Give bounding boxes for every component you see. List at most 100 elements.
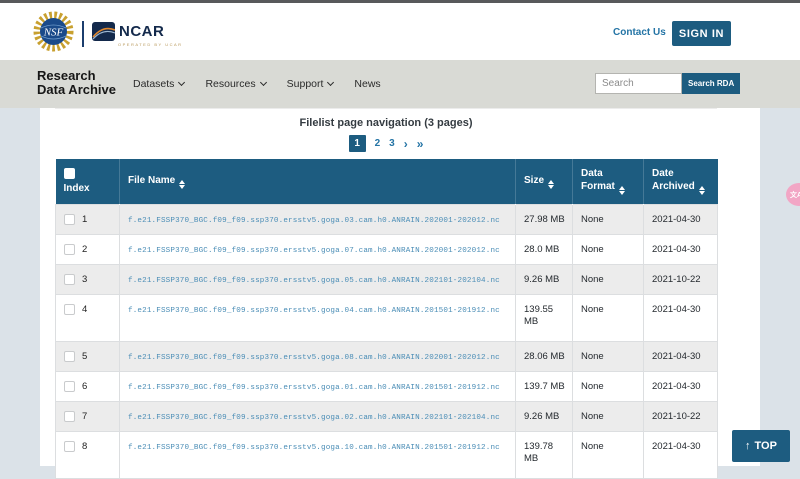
table-row: 8f.e21.FSSP370_BGC.f09_f09.ssp370.ersstv… <box>56 431 718 478</box>
content-card: Filelist page navigation (3 pages) 123› … <box>40 108 760 466</box>
nsf-logo[interactable]: NSF <box>33 11 74 57</box>
back-to-top-button[interactable]: ↑ TOP <box>732 430 790 462</box>
translate-icon: 文A <box>790 190 800 200</box>
date-cell: 2021-04-30 <box>644 371 718 401</box>
row-checkbox[interactable] <box>64 304 75 315</box>
column-data-format[interactable]: Data Format <box>573 159 644 204</box>
date-cell: 2021-04-30 <box>644 341 718 371</box>
pagination-page-2[interactable]: 2 <box>375 138 381 149</box>
index-cell: 2 <box>56 234 120 264</box>
menu-item-label: News <box>354 78 380 90</box>
column-file-name[interactable]: File Name <box>120 159 516 204</box>
sort-icon[interactable] <box>619 186 625 195</box>
file-link[interactable]: f.e21.FSSP370_BGC.f09_f09.ssp370.ersstv5… <box>128 307 500 315</box>
row-checkbox[interactable] <box>64 351 75 362</box>
table-row: 4 f.e21.FSSP370_BGC.f09_f09.ssp370.ersstv… <box>56 294 718 341</box>
size-cell: 9.26 MB <box>516 264 573 294</box>
file-link[interactable]: f.e21.FSSP370_BGC.f09_f09.ssp370.ersstv5… <box>128 354 500 362</box>
file-cell: f.e21.FSSP370_BGC.f09_f09.ssp370.ersstv5… <box>120 431 516 478</box>
file-name-header-label: File Name <box>128 175 175 186</box>
row-index: 3 <box>82 274 87 286</box>
search-input[interactable] <box>595 73 682 94</box>
filelist-nav-title: Filelist page navigation (3 pages) <box>55 117 717 129</box>
ncar-logo[interactable]: NCAR Operated by UCAR <box>92 22 183 47</box>
filelist-table: Index File Name Size Data Format <box>55 159 718 479</box>
date-archived-header-label: Date Archived <box>652 168 695 192</box>
main-area: Filelist page navigation (3 pages) 123› … <box>0 108 800 466</box>
table-header-row: Index File Name Size Data Format <box>56 159 718 204</box>
index-cell: 4 <box>56 294 120 341</box>
file-cell: f.e21.FSSP370_BGC.f09_f09.ssp370.ersstv5… <box>120 264 516 294</box>
file-cell: f.e21.FSSP370_BGC.f09_f09.ssp370.ersstv5… <box>120 341 516 371</box>
logo-separator <box>82 21 84 47</box>
file-link[interactable]: f.e21.FSSP370_BGC.f09_f09.ssp370.ersstv5… <box>128 247 500 255</box>
sort-icon[interactable] <box>179 180 185 189</box>
table-row: 2 f.e21.FSSP370_BGC.f09_f09.ssp370.ersstv… <box>56 234 718 264</box>
file-link[interactable]: f.e21.FSSP370_BGC.f09_f09.ssp370.ersstv5… <box>128 217 500 225</box>
size-cell: 139.55 MB <box>516 294 573 341</box>
chevron-down-icon <box>178 79 185 86</box>
filelist-pagination: Filelist page navigation (3 pages) 123› … <box>55 117 717 152</box>
row-checkbox[interactable] <box>64 214 75 225</box>
chevron-down-icon <box>260 79 267 86</box>
nav-menu: Datasets Resources Support News <box>133 60 381 108</box>
row-checkbox[interactable] <box>64 381 75 392</box>
column-index: Index <box>56 159 120 204</box>
sort-icon[interactable] <box>548 180 554 189</box>
table-row: 1 f.e21.FSSP370_BGC.f09_f09.ssp370.ersstv… <box>56 204 718 234</box>
sort-icon[interactable] <box>699 186 705 195</box>
site-header: NSF NCAR Operated by UCAR Contact Us SIG… <box>0 3 800 60</box>
pagination-page-1[interactable]: 1 <box>349 135 366 152</box>
brand-line1: Research <box>37 69 116 83</box>
pagination-next[interactable]: › <box>404 139 408 149</box>
menu-item-label: Support <box>287 78 324 90</box>
date-cell: 2021-04-30 <box>644 204 718 234</box>
nav-menu-datasets[interactable]: Datasets <box>133 78 184 90</box>
index-cell: 1 <box>56 204 120 234</box>
index-header-label: Index <box>64 182 112 195</box>
main-navbar: Research Data Archive Datasets Resources S… <box>0 60 800 108</box>
date-cell: 2021-04-30 <box>644 294 718 341</box>
search-area: Search RDA <box>595 73 740 94</box>
date-cell: 2021-04-30 <box>644 431 718 478</box>
row-checkbox[interactable] <box>64 244 75 255</box>
menu-item-label: Resources <box>205 78 255 90</box>
size-cell: 28.06 MB <box>516 341 573 371</box>
nav-menu-support[interactable]: Support <box>287 78 334 90</box>
table-row: 3 f.e21.FSSP370_BGC.f09_f09.ssp370.ersstv… <box>56 264 718 294</box>
search-rda-button[interactable]: Search RDA <box>682 73 740 94</box>
file-cell: f.e21.FSSP370_BGC.f09_f09.ssp370.ersstv5… <box>120 234 516 264</box>
file-cell: f.e21.FSSP370_BGC.f09_f09.ssp370.ersstv5… <box>120 371 516 401</box>
file-cell: f.e21.FSSP370_BGC.f09_f09.ssp370.ersstv5… <box>120 294 516 341</box>
chevron-down-icon <box>327 79 334 86</box>
menu-item-label: Datasets <box>133 78 174 90</box>
format-cell: None <box>573 264 644 294</box>
column-size[interactable]: Size <box>516 159 573 204</box>
size-cell: 28.0 MB <box>516 234 573 264</box>
pagination-last[interactable]: » <box>417 139 424 149</box>
contact-us-link[interactable]: Contact Us <box>613 27 666 38</box>
table-row: 5f.e21.FSSP370_BGC.f09_f09.ssp370.ersstv… <box>56 341 718 371</box>
row-checkbox[interactable] <box>64 274 75 285</box>
table-row: 7f.e21.FSSP370_BGC.f09_f09.ssp370.ersstv… <box>56 401 718 431</box>
pagination-page-3[interactable]: 3 <box>389 138 395 149</box>
top-button-label: TOP <box>755 440 777 452</box>
nav-menu-resources[interactable]: Resources <box>205 78 265 90</box>
sign-in-button[interactable]: SIGN IN <box>672 21 731 46</box>
brand-line2: Data Archive <box>37 83 116 97</box>
nav-menu-news[interactable]: News <box>354 78 380 90</box>
site-brand[interactable]: Research Data Archive <box>37 69 116 96</box>
row-index: 6 <box>82 381 87 393</box>
file-cell: f.e21.FSSP370_BGC.f09_f09.ssp370.ersstv5… <box>120 401 516 431</box>
column-date-archived[interactable]: Date Archived <box>644 159 718 204</box>
file-link[interactable]: f.e21.FSSP370_BGC.f09_f09.ssp370.ersstv5… <box>128 444 500 452</box>
format-cell: None <box>573 294 644 341</box>
size-cell: 139.7 MB <box>516 371 573 401</box>
row-checkbox[interactable] <box>64 411 75 422</box>
row-index: 1 <box>82 214 87 226</box>
file-link[interactable]: f.e21.FSSP370_BGC.f09_f09.ssp370.ersstv5… <box>128 277 500 285</box>
file-link[interactable]: f.e21.FSSP370_BGC.f09_f09.ssp370.ersstv5… <box>128 414 500 422</box>
row-checkbox[interactable] <box>64 441 75 452</box>
file-link[interactable]: f.e21.FSSP370_BGC.f09_f09.ssp370.ersstv5… <box>128 384 500 392</box>
select-all-checkbox[interactable] <box>64 168 75 179</box>
